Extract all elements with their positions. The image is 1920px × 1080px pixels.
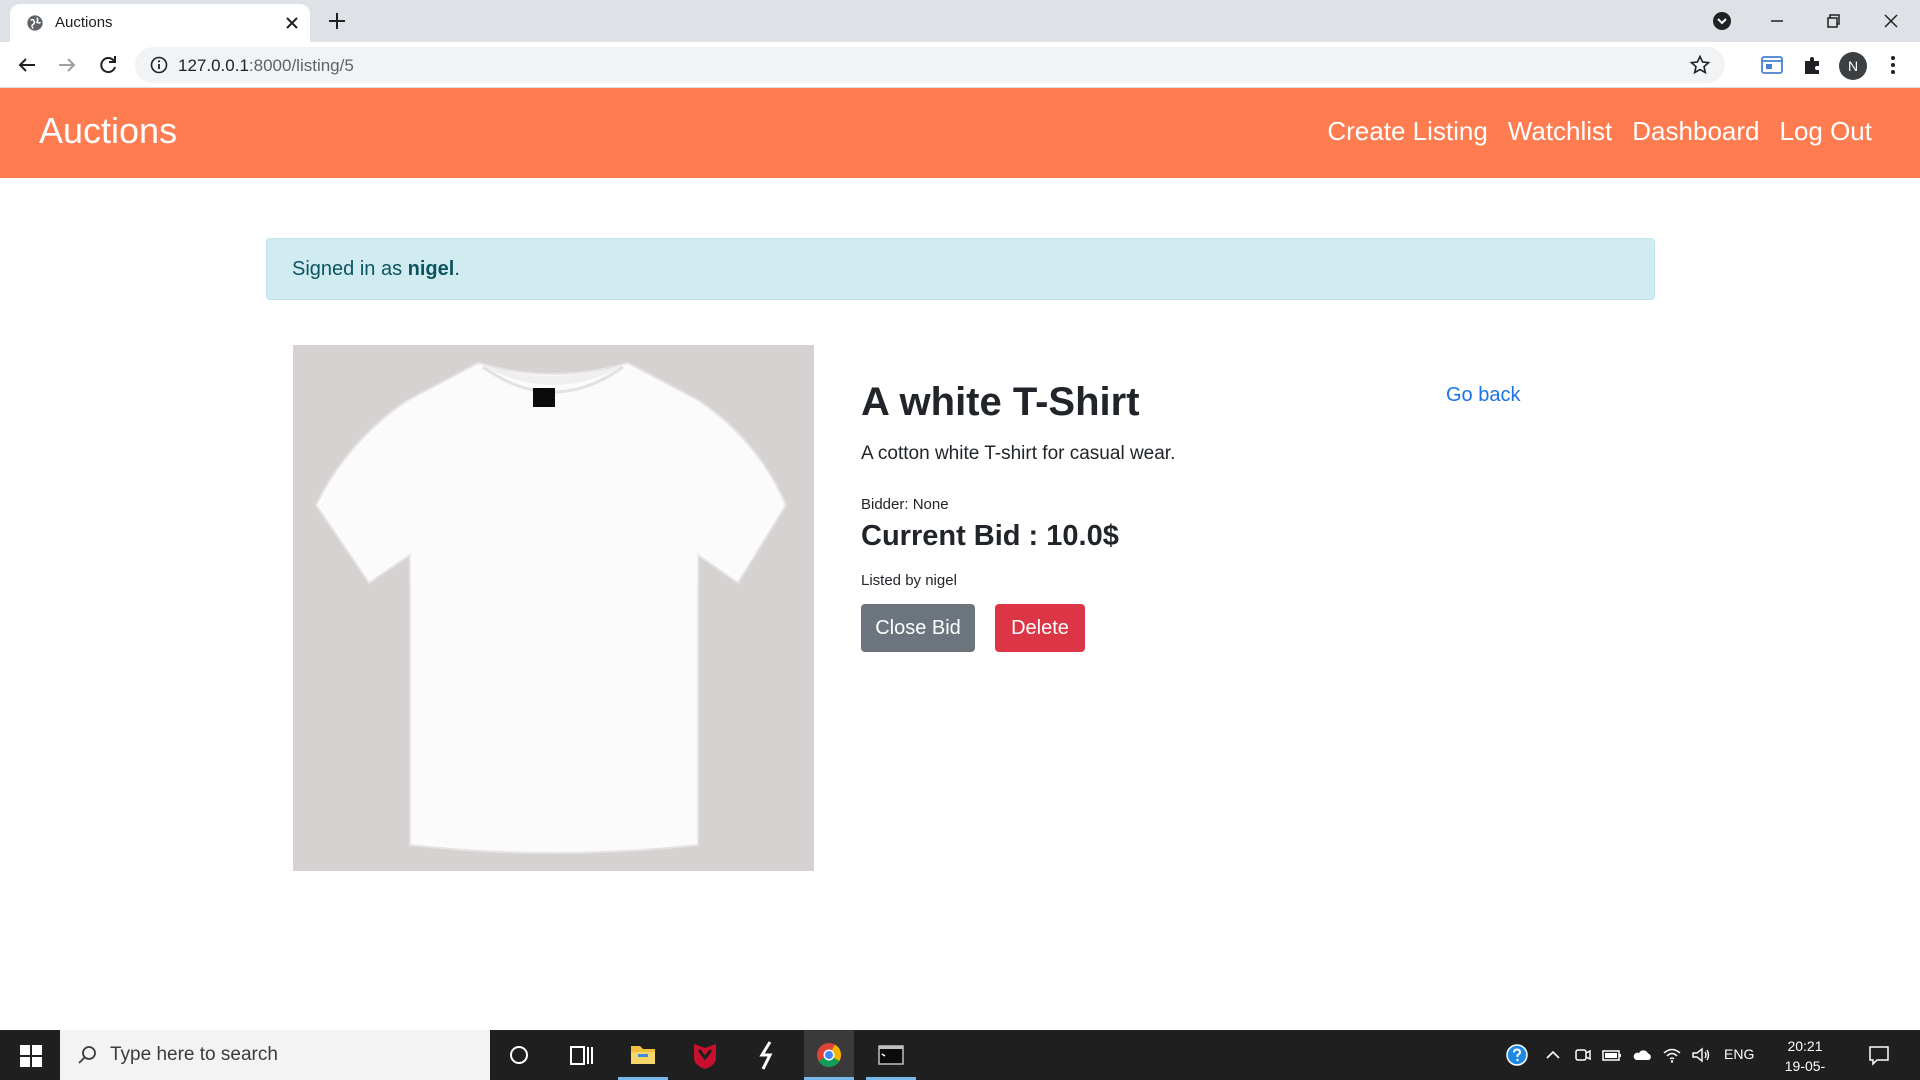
restore-icon[interactable] (1818, 6, 1848, 36)
folder-icon (631, 1046, 655, 1064)
alert-prefix: Signed in as (292, 258, 408, 280)
globe-icon (27, 15, 43, 31)
minimize-icon[interactable] (1762, 6, 1792, 36)
clock-date: 19-05-2021 (1784, 1058, 1826, 1080)
alert-username: nigel (407, 258, 455, 280)
extensions-puzzle-icon[interactable] (1800, 52, 1826, 78)
url-host: 127.0.0.1 (178, 56, 249, 75)
tab-search-icon[interactable] (1707, 6, 1737, 36)
windows-start-icon[interactable] (20, 1045, 42, 1067)
wifi-icon[interactable] (1661, 1044, 1683, 1066)
window-close-icon[interactable] (1876, 6, 1906, 36)
browser-tab[interactable]: Auctions (10, 4, 310, 42)
terminal-app[interactable] (866, 1030, 916, 1080)
listing-title: A white T-Shirt (861, 380, 1140, 424)
chevron-up-icon[interactable] (1542, 1044, 1564, 1066)
taskbar-search-box[interactable]: Type here to search (60, 1030, 490, 1080)
notification-center-icon[interactable] (1867, 1043, 1891, 1067)
reload-icon[interactable] (94, 51, 122, 79)
terminal-icon (878, 1045, 904, 1065)
listed-by-text: Listed by nigel (861, 572, 957, 589)
file-explorer-app[interactable] (618, 1030, 668, 1080)
profile-avatar[interactable]: N (1839, 52, 1867, 80)
nav-links: Create Listing Watchlist Dashboard Log O… (1327, 116, 1872, 147)
close-bid-button[interactable]: Close Bid (861, 604, 975, 652)
bidder-text: Bidder: None (861, 496, 949, 513)
kebab-menu-icon[interactable] (1880, 52, 1906, 78)
go-back-link[interactable]: Go back (1446, 384, 1520, 407)
volume-icon[interactable] (1690, 1044, 1712, 1066)
site-brand[interactable]: Auctions (39, 110, 177, 152)
t-shirt-image (293, 345, 814, 871)
nav-create-listing[interactable]: Create Listing (1327, 116, 1487, 147)
help-icon[interactable] (1506, 1044, 1528, 1066)
battery-icon[interactable] (1601, 1044, 1623, 1066)
cortana-icon[interactable] (494, 1030, 544, 1080)
windows-taskbar: Type here to search ENG 20:21 19-05- (0, 1030, 1920, 1080)
site-navbar: Auctions Create Listing Watchlist Dashbo… (0, 88, 1920, 178)
url-text: 127.0.0.1:8000/listing/5 (178, 56, 354, 76)
taskbar-clock[interactable]: 20:21 19-05-2021 (1770, 1036, 1840, 1080)
meet-now-icon[interactable] (1572, 1044, 1594, 1066)
taskbar-search-placeholder: Type here to search (110, 1044, 278, 1065)
bookmark-star-icon[interactable] (1689, 54, 1711, 76)
sublime-bolt-icon[interactable] (742, 1030, 792, 1080)
search-icon (78, 1046, 96, 1064)
browser-toolbar: 127.0.0.1:8000/listing/5 N (0, 42, 1920, 88)
url-path: :8000/listing/5 (248, 56, 354, 75)
current-bid: Current Bid : 10.0$ (861, 520, 1119, 552)
signed-in-alert: Signed in as nigel. (266, 238, 1655, 300)
clock-time: 20:21 (1787, 1038, 1823, 1054)
language-indicator[interactable]: ENG (1724, 1046, 1754, 1062)
nav-log-out[interactable]: Log Out (1779, 116, 1872, 147)
chrome-icon (817, 1043, 841, 1068)
browser-tab-strip: Auctions (0, 0, 1920, 42)
tab-title: Auctions (55, 14, 113, 31)
translate-icon[interactable] (1759, 52, 1785, 78)
nav-dashboard[interactable]: Dashboard (1632, 116, 1759, 147)
new-tab-plus-icon[interactable] (325, 9, 349, 33)
listing-description: A cotton white T-shirt for casual wear. (861, 443, 1176, 464)
nav-watchlist[interactable]: Watchlist (1508, 116, 1613, 147)
onedrive-cloud-icon[interactable] (1631, 1044, 1653, 1066)
back-arrow-icon[interactable] (13, 51, 41, 79)
forward-arrow-icon[interactable] (53, 51, 81, 79)
task-view-icon[interactable] (556, 1030, 606, 1080)
mcafee-shield-icon[interactable] (680, 1030, 730, 1080)
alert-suffix: . (454, 258, 460, 280)
chrome-app[interactable] (804, 1030, 854, 1080)
info-icon[interactable] (149, 55, 169, 75)
delete-button[interactable]: Delete (995, 604, 1085, 652)
listing-image (293, 345, 814, 871)
address-bar[interactable]: 127.0.0.1:8000/listing/5 (135, 47, 1725, 83)
close-icon[interactable] (282, 13, 302, 33)
